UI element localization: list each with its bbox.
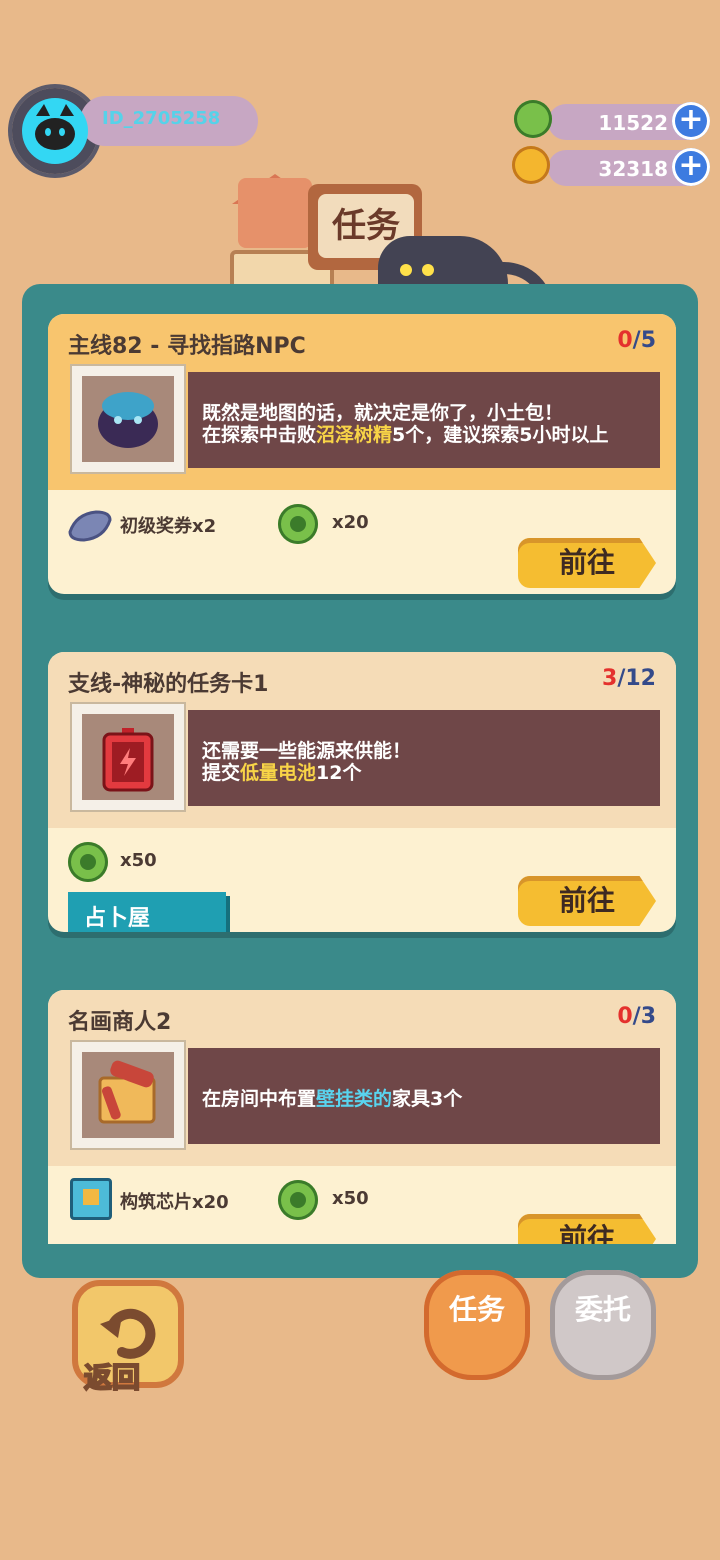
- progress-total: /5: [632, 328, 656, 353]
- task-description: 在房间中布置壁挂类的家具3个: [188, 1048, 660, 1144]
- reward-label: x50: [120, 850, 157, 871]
- progress-total: /3: [632, 1004, 656, 1029]
- reward-label: x50: [332, 1188, 369, 1209]
- reward-label: 初级奖券x2: [120, 516, 217, 537]
- green-coin-icon: [68, 842, 108, 882]
- task-progress: 3/12: [602, 666, 656, 691]
- progress-current: 0: [617, 1004, 633, 1029]
- progress-current: 0: [617, 328, 633, 353]
- task-title: 名画商人2: [68, 1010, 172, 1035]
- task-progress: 0/3: [617, 1004, 656, 1029]
- task-thumbnail: [72, 1042, 184, 1148]
- chip-icon: [70, 1178, 112, 1220]
- progress-current: 3: [602, 666, 618, 691]
- ticket-icon: [68, 510, 112, 542]
- cat-eye-icon: [400, 264, 412, 276]
- go-button[interactable]: 前往: [518, 876, 656, 926]
- add-gold-coin-button[interactable]: +: [672, 148, 710, 186]
- go-button[interactable]: 前往: [518, 1214, 656, 1244]
- task-card: 支线-神秘的任务卡1 3/12 还需要一些能源来供能！ 提交低量电池12个 x5…: [48, 652, 676, 932]
- desc-line-1: 在房间中布置壁挂类的家具3个: [202, 1088, 463, 1110]
- cat-avatar-icon: [35, 104, 75, 150]
- tab-commission[interactable]: 委托: [550, 1270, 656, 1380]
- reward-label: x20: [332, 512, 369, 533]
- green-coin-icon: [278, 504, 318, 544]
- tab-tasks-label: 任务: [448, 1293, 505, 1326]
- back-label: 返回: [83, 1360, 141, 1395]
- task-list[interactable]: 主线82 - 寻找指路NPC 0/5 既然是地图的话，就决定是你了，小土包！ 在…: [32, 296, 688, 1244]
- swamp-monster-icon: [98, 392, 158, 448]
- gold-currency-value: 32318: [598, 157, 668, 181]
- avatar[interactable]: [22, 98, 88, 164]
- cat-eye-icon: [422, 264, 434, 276]
- progress-total: /12: [617, 666, 656, 691]
- task-thumbnail: [72, 366, 184, 472]
- house-icon: [238, 178, 312, 248]
- green-coin-icon: [278, 1180, 318, 1220]
- task-description: 既然是地图的话，就决定是你了，小土包！ 在探索中击败沼泽树精5个，建议探索5小时…: [188, 372, 660, 468]
- task-title: 主线82 - 寻找指路NPC: [68, 334, 306, 359]
- paint-roller-icon: [98, 1060, 156, 1124]
- reward-label: 构筑芯片x20: [120, 1192, 229, 1213]
- desc-line-2: 提交低量电池12个: [202, 762, 362, 784]
- desc-line-2: 在探索中击败沼泽树精5个，建议探索5小时以上: [202, 424, 609, 446]
- location-tag-label: 占卜屋: [84, 906, 151, 931]
- tab-commission-label: 委托: [574, 1293, 631, 1326]
- player-id: ID_2705258: [102, 108, 221, 129]
- tab-tasks[interactable]: 任务: [424, 1270, 530, 1380]
- task-card: 名画商人2 0/3 在房间中布置壁挂类的家具3个 构筑芯片x20 x50 前往: [48, 990, 676, 1244]
- green-currency-value: 11522: [598, 111, 668, 135]
- go-button[interactable]: 前往: [518, 538, 656, 588]
- task-title: 支线-神秘的任务卡1: [68, 672, 269, 697]
- location-tag: 占卜屋: [68, 892, 226, 932]
- battery-icon: [102, 728, 154, 792]
- task-progress: 0/5: [617, 328, 656, 353]
- task-thumbnail: [72, 704, 184, 810]
- add-green-coin-button[interactable]: +: [672, 102, 710, 140]
- task-card: 主线82 - 寻找指路NPC 0/5 既然是地图的话，就决定是你了，小土包！ 在…: [48, 314, 676, 594]
- task-description: 还需要一些能源来供能！ 提交低量电池12个: [188, 710, 660, 806]
